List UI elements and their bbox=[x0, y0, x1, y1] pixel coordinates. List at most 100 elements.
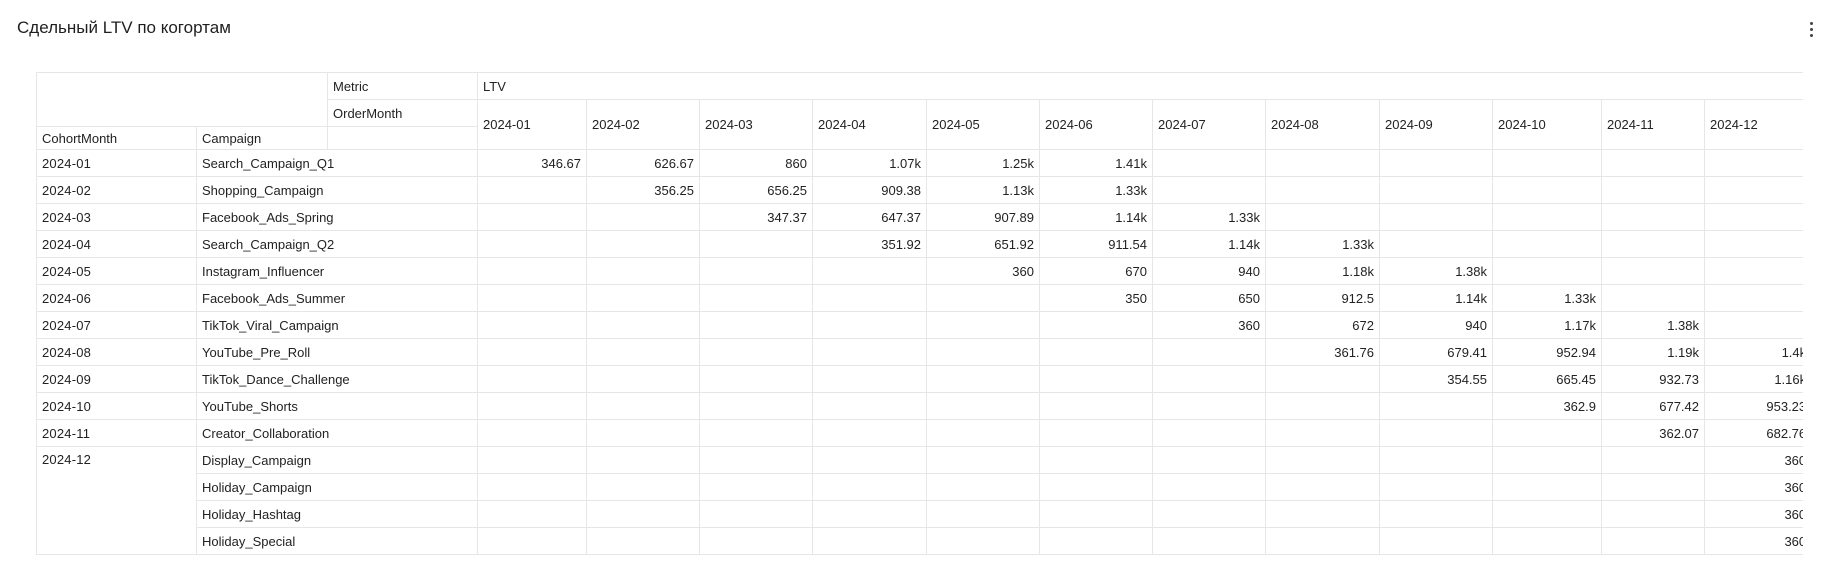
cohort-month-cell: 2024-04 bbox=[36, 230, 197, 258]
campaign-header[interactable]: Campaign bbox=[196, 126, 328, 150]
campaign-cell: YouTube_Shorts bbox=[196, 392, 478, 420]
table-row: 2024-03 Facebook_Ads_Spring 347.37 647.37 90… bbox=[36, 203, 1803, 231]
ltv-value-cell bbox=[477, 365, 587, 393]
ltv-value-cell bbox=[1039, 473, 1153, 501]
ltv-value-cell bbox=[1265, 446, 1380, 474]
ltv-value-cell bbox=[1265, 149, 1380, 177]
ltv-value-cell bbox=[1601, 284, 1705, 312]
ltv-value-cell: 682.76 bbox=[1703, 419, 1803, 447]
ltv-value-cell bbox=[1703, 176, 1803, 204]
ltv-value-cell: 350 bbox=[1039, 284, 1153, 312]
cohort-month-cell: 2024-10 bbox=[36, 392, 197, 420]
cohort-month-cell: 2024-07 bbox=[36, 311, 197, 339]
ltv-value-cell bbox=[1601, 473, 1705, 501]
ltv-value-cell bbox=[1379, 527, 1493, 555]
ltv-value-cell bbox=[586, 365, 700, 393]
ltv-value-cell bbox=[812, 446, 927, 474]
campaign-cell: Holiday_Hashtag bbox=[196, 500, 478, 528]
ltv-value-cell: 347.37 bbox=[699, 203, 813, 231]
cohort-month-cell: 2024-11 bbox=[36, 419, 197, 447]
ltv-value-cell: 360 bbox=[1703, 446, 1803, 474]
ltv-value-cell bbox=[812, 338, 927, 366]
campaign-cell: Display_Campaign bbox=[196, 446, 478, 474]
ltv-value-cell bbox=[699, 257, 813, 285]
ltv-value-cell: 670 bbox=[1039, 257, 1153, 285]
ltv-value-cell bbox=[926, 311, 1040, 339]
more-vertical-icon[interactable] bbox=[1802, 15, 1820, 43]
table-row: 2024-06 Facebook_Ads_Summer 350 650 912.5 1.1… bbox=[36, 284, 1803, 312]
table-row: 2024-01 Search_Campaign_Q1 346.67 626.67 860… bbox=[36, 149, 1803, 177]
ltv-value-cell bbox=[1265, 392, 1380, 420]
table-row: Holiday_Special 360 bbox=[37, 527, 1803, 555]
column-header-month[interactable]: 2024-08 bbox=[1265, 99, 1380, 150]
ltv-value-cell bbox=[1492, 446, 1602, 474]
ltv-value-cell bbox=[1492, 203, 1602, 231]
cohort-month-cell: 2024-06 bbox=[36, 284, 197, 312]
ltv-value-cell: 1.33k bbox=[1152, 203, 1266, 231]
ltv-value-cell: 651.92 bbox=[926, 230, 1040, 258]
ltv-value-cell: 1.14k bbox=[1152, 230, 1266, 258]
column-header-month[interactable]: 2024-09 bbox=[1379, 99, 1493, 150]
ltv-value-cell bbox=[812, 392, 927, 420]
column-header-month[interactable]: 2024-11 bbox=[1601, 99, 1705, 150]
ltv-value-cell bbox=[586, 311, 700, 339]
ltv-value-cell bbox=[1703, 257, 1803, 285]
column-header-month[interactable]: 2024-12 bbox=[1703, 99, 1803, 150]
column-header-month[interactable]: 2024-04 bbox=[812, 99, 927, 150]
column-header-month[interactable]: 2024-10 bbox=[1492, 99, 1602, 150]
ltv-value-cell: 351.92 bbox=[812, 230, 927, 258]
table-row: 2024-07 TikTok_Viral_Campaign 360 672 940 1.1… bbox=[36, 311, 1803, 339]
header-spacer bbox=[327, 126, 478, 150]
ltv-value-cell bbox=[1039, 446, 1153, 474]
ltv-value-cell: 361.76 bbox=[1265, 338, 1380, 366]
campaign-cell: YouTube_Pre_Roll bbox=[196, 338, 478, 366]
ltv-value-cell bbox=[699, 284, 813, 312]
column-header-month[interactable]: 2024-01 bbox=[477, 99, 587, 150]
ltv-value-cell: 1.17k bbox=[1492, 311, 1602, 339]
cohort-month-header[interactable]: CohortMonth bbox=[36, 126, 197, 150]
table-row: 2024-04 Search_Campaign_Q2 351.92 651.92 911… bbox=[36, 230, 1803, 258]
ltv-value-cell bbox=[1601, 176, 1705, 204]
campaign-cell: Creator_Collaboration bbox=[196, 419, 478, 447]
ltv-value-cell bbox=[1703, 149, 1803, 177]
column-header-month[interactable]: 2024-03 bbox=[699, 99, 813, 150]
ltv-value-cell: 1.14k bbox=[1039, 203, 1153, 231]
campaign-cell: Facebook_Ads_Summer bbox=[196, 284, 478, 312]
table-row: 2024-12Display_Campaign 360 bbox=[36, 446, 1803, 555]
pivot-table-container[interactable]: Metric LTV OrderMonth 2024-01 2024-02 20… bbox=[36, 72, 1803, 575]
ltv-value-cell bbox=[477, 419, 587, 447]
ltv-value-cell bbox=[812, 257, 927, 285]
ltv-value-cell bbox=[477, 473, 587, 501]
column-header-month[interactable]: 2024-02 bbox=[586, 99, 700, 150]
cohort-month-cell: 2024-05 bbox=[36, 257, 197, 285]
ltv-value-cell bbox=[1265, 527, 1380, 555]
ltv-value-cell: 1.25k bbox=[926, 149, 1040, 177]
column-header-month[interactable]: 2024-07 bbox=[1152, 99, 1266, 150]
ltv-value-cell bbox=[477, 527, 587, 555]
ltv-value-cell: 912.5 bbox=[1265, 284, 1380, 312]
ltv-value-cell bbox=[1152, 149, 1266, 177]
order-month-label: OrderMonth bbox=[327, 99, 478, 127]
ltv-value-cell: 1.41k bbox=[1039, 149, 1153, 177]
ltv-value-cell: 360 bbox=[1703, 527, 1803, 555]
ltv-value-cell: 360 bbox=[1152, 311, 1266, 339]
ltv-value-cell bbox=[586, 473, 700, 501]
ltv-value-cell: 1.38k bbox=[1379, 257, 1493, 285]
ltv-value-cell bbox=[1379, 203, 1493, 231]
ltv-value-cell bbox=[1379, 392, 1493, 420]
metric-label: Metric bbox=[327, 72, 478, 100]
ltv-value-cell bbox=[1152, 446, 1266, 474]
ltv-value-cell: 626.67 bbox=[586, 149, 700, 177]
ltv-value-cell bbox=[1492, 230, 1602, 258]
column-header-month[interactable]: 2024-06 bbox=[1039, 99, 1153, 150]
ltv-value-cell bbox=[926, 473, 1040, 501]
ltv-value-cell: 360 bbox=[1703, 500, 1803, 528]
cohort-month-cell: 2024-12 bbox=[36, 446, 197, 555]
cohort-month-cell: 2024-01 bbox=[36, 149, 197, 177]
ltv-value-cell bbox=[1039, 311, 1153, 339]
ltv-value-cell bbox=[1265, 365, 1380, 393]
column-header-month[interactable]: 2024-05 bbox=[926, 99, 1040, 150]
table-row: 2024-02 Shopping_Campaign 356.25 656.25 909.… bbox=[36, 176, 1803, 204]
ltv-value-cell bbox=[477, 392, 587, 420]
ltv-value-cell bbox=[1152, 527, 1266, 555]
